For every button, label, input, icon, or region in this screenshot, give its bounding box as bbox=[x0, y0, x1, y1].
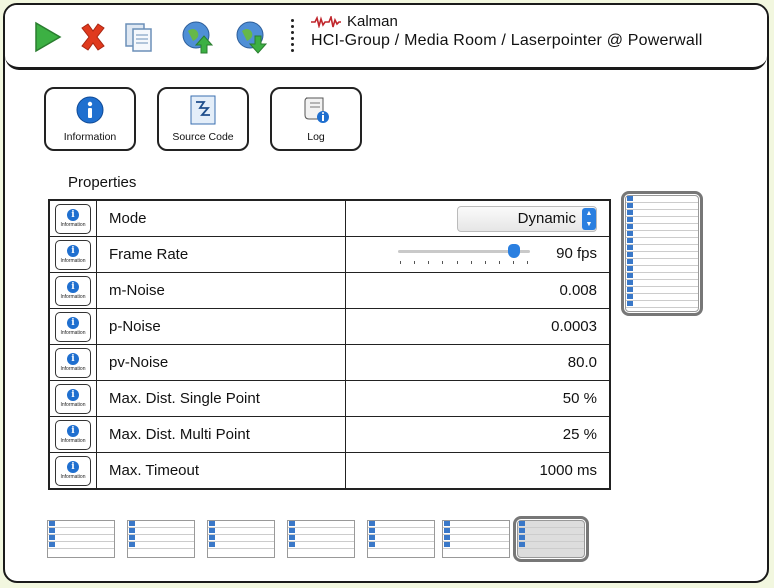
view-thumbnail-5[interactable] bbox=[367, 520, 435, 558]
property-value: 90 fps bbox=[556, 245, 597, 263]
information-label: Information bbox=[63, 131, 117, 143]
frame-rate-slider[interactable] bbox=[398, 243, 531, 266]
upload-icon bbox=[182, 21, 214, 54]
property-info-button[interactable]: i Information bbox=[55, 383, 91, 414]
view-thumbnail-3[interactable] bbox=[207, 520, 275, 558]
property-value: 80.0 bbox=[567, 354, 597, 371]
property-info-label: Information bbox=[60, 366, 86, 372]
play-icon bbox=[35, 21, 62, 53]
app-window: Kalman HCI-Group / Media Room / Laserpoi… bbox=[3, 3, 769, 583]
property-name: pv-Noise bbox=[96, 344, 346, 381]
property-info-button[interactable]: i Information bbox=[55, 203, 91, 234]
properties-table: i Information Mode Dynamic ▲ ▼ i Information Fra… bbox=[48, 199, 611, 490]
mode-select[interactable]: Dynamic ▲ ▼ bbox=[456, 205, 597, 232]
download-icon bbox=[236, 21, 268, 54]
property-name: Max. Timeout bbox=[96, 452, 346, 490]
delete-button[interactable] bbox=[73, 17, 113, 57]
property-info-button[interactable]: i Information bbox=[55, 347, 91, 378]
upload-button[interactable] bbox=[177, 17, 217, 57]
download-button[interactable] bbox=[231, 17, 271, 57]
information-button[interactable]: Information bbox=[44, 87, 136, 151]
property-name: Frame Rate bbox=[96, 236, 346, 273]
app-name: Kalman bbox=[347, 13, 398, 30]
view-thumbnail-side[interactable] bbox=[621, 191, 703, 316]
view-thumbnail-4[interactable] bbox=[287, 520, 355, 558]
property-name: Max. Dist. Single Point bbox=[96, 380, 346, 417]
property-value: 1000 ms bbox=[539, 462, 597, 479]
copy-button[interactable] bbox=[119, 17, 159, 57]
info-icon bbox=[76, 96, 104, 124]
source-code-button[interactable]: Source Code bbox=[157, 87, 249, 151]
property-info-button[interactable]: i Information bbox=[55, 311, 91, 342]
property-info-button[interactable]: i Information bbox=[55, 239, 91, 270]
property-info-button[interactable]: i Information bbox=[55, 275, 91, 306]
property-name: p-Noise bbox=[96, 308, 346, 345]
info-icon: i bbox=[67, 245, 79, 257]
property-value: 0.008 bbox=[559, 282, 597, 299]
property-name: Mode bbox=[96, 199, 346, 237]
property-value: 25 % bbox=[562, 426, 597, 443]
info-icon: i bbox=[67, 353, 79, 365]
property-value: 50 % bbox=[562, 390, 597, 407]
property-row: i Information Frame Rate 90 fps bbox=[48, 236, 611, 273]
slider-thumb[interactable] bbox=[508, 243, 521, 258]
property-info-label: Information bbox=[60, 402, 86, 408]
log-label: Log bbox=[307, 131, 325, 143]
view-thumbnail-1[interactable] bbox=[47, 520, 115, 558]
log-button[interactable]: Log bbox=[270, 87, 362, 151]
property-info-label: Information bbox=[60, 222, 86, 228]
slider-ticks bbox=[400, 260, 529, 265]
info-icon: i bbox=[67, 281, 79, 293]
property-info-button[interactable]: i Information bbox=[55, 455, 91, 486]
play-button[interactable] bbox=[27, 17, 67, 57]
info-icon: i bbox=[67, 317, 79, 329]
info-icon: i bbox=[67, 461, 79, 473]
chevron-updown-icon: ▲ ▼ bbox=[582, 207, 596, 230]
property-row: i Information Max. Timeout 1000 ms bbox=[48, 452, 611, 490]
view-thumbnail-7[interactable] bbox=[513, 516, 589, 562]
property-info-label: Information bbox=[60, 474, 86, 480]
view-thumbnail-2[interactable] bbox=[127, 520, 195, 558]
property-row: i Information p-Noise 0.0003 bbox=[48, 308, 611, 345]
property-row: i Information Max. Dist. Single Point 50 % bbox=[48, 380, 611, 417]
mode-select-value: Dynamic bbox=[517, 210, 576, 227]
property-name: m-Noise bbox=[96, 272, 346, 309]
info-icon: i bbox=[67, 209, 79, 221]
property-row: i Information m-Noise 0.008 bbox=[48, 272, 611, 309]
breadcrumb: HCI-Group / Media Room / Laserpointer @ … bbox=[311, 32, 703, 49]
property-info-button[interactable]: i Information bbox=[55, 419, 91, 450]
property-info-label: Information bbox=[60, 330, 86, 336]
source-code-icon bbox=[190, 95, 216, 125]
property-row: i Information pv-Noise 80.0 bbox=[48, 344, 611, 381]
property-info-label: Information bbox=[60, 294, 86, 300]
property-row: i Information Mode Dynamic ▲ ▼ bbox=[48, 199, 611, 237]
properties-title: Properties bbox=[68, 174, 137, 191]
property-name: Max. Dist. Multi Point bbox=[96, 416, 346, 453]
info-icon: i bbox=[67, 389, 79, 401]
toolbar: Kalman HCI-Group / Media Room / Laserpoi… bbox=[5, 5, 767, 70]
property-info-label: Information bbox=[60, 438, 86, 444]
property-value: 0.0003 bbox=[551, 318, 597, 335]
view-thumbnail-6[interactable] bbox=[442, 520, 510, 558]
close-icon bbox=[81, 23, 105, 51]
info-icon: i bbox=[67, 425, 79, 437]
property-row: i Information Max. Dist. Multi Point 25 % bbox=[48, 416, 611, 453]
title-block: Kalman HCI-Group / Media Room / Laserpoi… bbox=[311, 13, 703, 50]
source-code-label: Source Code bbox=[172, 131, 234, 143]
toolbar-separator bbox=[291, 19, 295, 57]
waveform-icon bbox=[311, 15, 341, 28]
log-scroll-icon bbox=[304, 97, 329, 123]
copy-icon bbox=[125, 23, 152, 52]
property-info-label: Information bbox=[60, 258, 86, 264]
